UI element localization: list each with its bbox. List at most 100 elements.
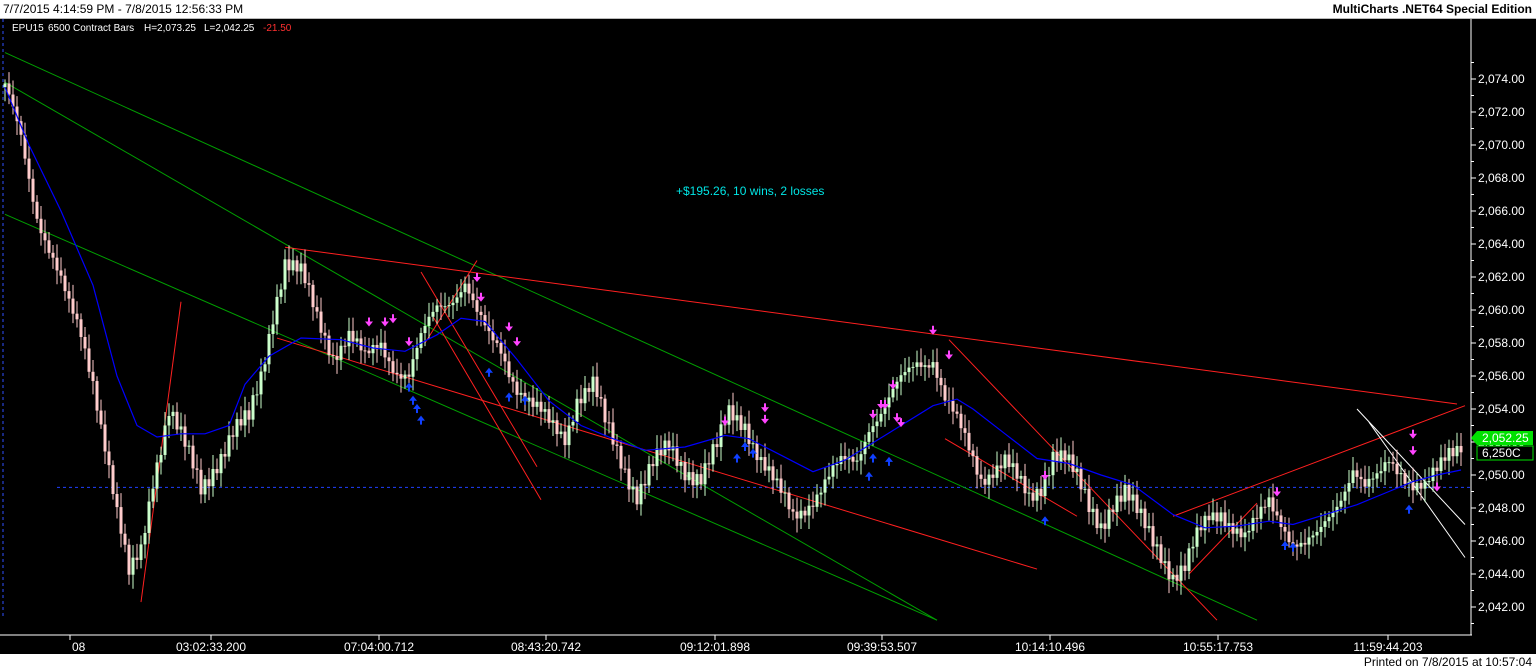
time-tick-label: 10:55:17.753 xyxy=(1183,640,1253,654)
candle-body xyxy=(343,345,347,347)
candle-body xyxy=(619,445,623,469)
candle-body xyxy=(151,488,155,502)
candle-body xyxy=(1295,544,1299,547)
candle-body xyxy=(1455,446,1459,457)
candle-body xyxy=(511,377,515,382)
candle-body xyxy=(1147,526,1151,529)
candle-body xyxy=(463,283,467,293)
candle-body xyxy=(455,297,459,303)
candle-body xyxy=(695,474,699,486)
print-footer: Printed on 7/8/2015 at 10:57:04 xyxy=(0,654,1536,670)
candle-body xyxy=(955,411,959,414)
candle-body xyxy=(51,252,55,258)
candle-body xyxy=(171,411,175,417)
candle-body xyxy=(503,353,507,362)
candle-body xyxy=(1451,447,1455,457)
candle-body xyxy=(271,324,275,334)
candle-body xyxy=(547,409,551,423)
printed-timestamp: Printed on 7/8/2015 at 10:57:04 xyxy=(1363,655,1532,669)
candle-body xyxy=(79,319,83,337)
candle-body xyxy=(963,428,967,433)
candle-body xyxy=(1051,451,1055,476)
candle-body xyxy=(807,505,811,516)
candle-body xyxy=(99,410,103,425)
candle-body xyxy=(1127,484,1131,501)
candle-body xyxy=(191,445,195,469)
candle-body xyxy=(747,423,751,444)
candle-body xyxy=(1211,512,1215,521)
candle-body xyxy=(555,420,559,435)
candle-body xyxy=(3,83,7,88)
candle-body xyxy=(635,486,639,505)
candle-body xyxy=(763,457,767,471)
candle-body xyxy=(163,425,167,455)
chart-background xyxy=(0,19,1536,654)
candle-body xyxy=(331,355,335,357)
candle-body xyxy=(655,448,659,467)
candle-body xyxy=(1155,544,1159,547)
candle-body xyxy=(1111,509,1115,512)
candle-body xyxy=(1367,478,1371,487)
candle-body xyxy=(583,388,587,404)
candle-body xyxy=(91,371,95,382)
price-axis[interactable]: 2,042.00 2,044.00 2,046.00 2,048.00 2,050.00… xyxy=(1471,62,1525,624)
candle-body xyxy=(1055,451,1059,463)
candle-body xyxy=(1071,454,1075,472)
candle-body xyxy=(687,472,691,481)
info-symbol: EPU15 xyxy=(12,23,44,34)
candle-body xyxy=(1319,526,1323,532)
candle-body xyxy=(531,397,535,407)
candle-body xyxy=(1443,457,1447,461)
candle-body xyxy=(939,377,943,386)
candle-body xyxy=(1075,468,1079,472)
info-bars: 6500 Contract Bars xyxy=(48,23,134,34)
candle-body xyxy=(1079,468,1083,490)
candle-body xyxy=(235,419,239,437)
candle-body xyxy=(55,257,59,271)
candle-body xyxy=(95,381,99,411)
candle-body xyxy=(791,509,795,512)
candle-body xyxy=(903,372,907,376)
candle-body xyxy=(1011,463,1015,467)
candle-body xyxy=(1107,509,1111,529)
candle-body xyxy=(715,444,719,448)
candle-body xyxy=(43,233,47,241)
candle-body xyxy=(1235,528,1239,534)
candle-body xyxy=(1371,478,1375,480)
time-tick-label: 03:02:33.200 xyxy=(176,640,246,654)
candle-body xyxy=(907,367,911,373)
candle-body xyxy=(1215,512,1219,522)
price-tick-label: 2,066.00 xyxy=(1478,204,1525,218)
candle-body xyxy=(1187,548,1191,571)
candle-body xyxy=(351,330,355,342)
candle-body xyxy=(991,474,995,478)
candle-body xyxy=(111,465,115,495)
candle-body xyxy=(823,479,827,493)
candle-body xyxy=(1427,481,1431,483)
candle-body xyxy=(563,431,567,446)
candle-body xyxy=(1223,512,1227,527)
candle-body xyxy=(423,325,427,334)
candle-body xyxy=(887,397,891,408)
candle-body xyxy=(47,240,51,253)
candle-body xyxy=(711,444,715,465)
candle-body xyxy=(211,468,215,487)
candle-body xyxy=(1099,523,1103,529)
candle-body xyxy=(323,332,327,336)
candle-body xyxy=(1247,530,1251,533)
candle-body xyxy=(1171,574,1175,580)
candle-body xyxy=(683,462,687,481)
candle-body xyxy=(399,374,403,379)
candle-body xyxy=(147,501,151,533)
candle-body xyxy=(1339,500,1343,507)
candle-body xyxy=(1019,476,1023,479)
candle-body xyxy=(631,486,635,490)
candle-body xyxy=(743,423,747,430)
price-chart[interactable]: 2,042.00 2,044.00 2,046.00 2,048.00 2,050.00… xyxy=(0,19,1536,654)
candle-body xyxy=(467,283,471,294)
candle-body xyxy=(159,454,163,463)
candle-body xyxy=(1351,470,1355,484)
candle-body xyxy=(831,465,835,477)
candle-body xyxy=(779,478,783,493)
price-tick-label: 2,048.00 xyxy=(1478,501,1525,515)
